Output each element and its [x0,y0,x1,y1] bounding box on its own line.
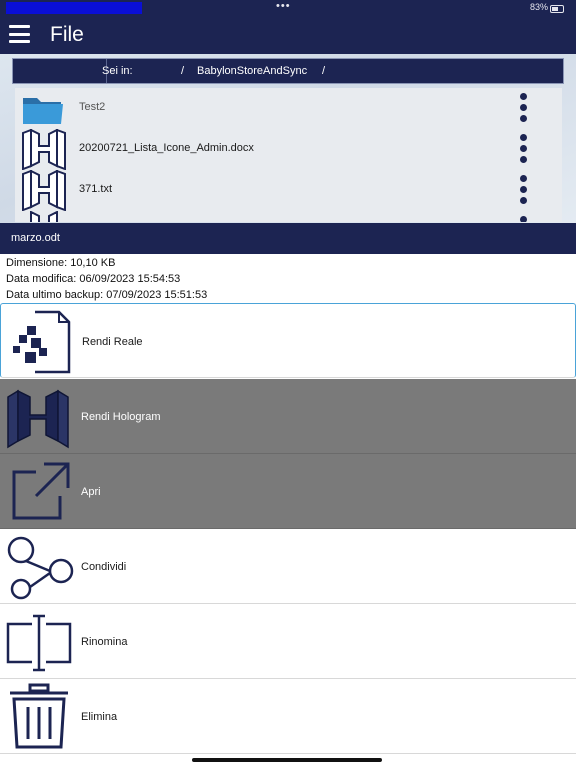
backup-date: Data ultimo backup: 07/09/2023 15:51:53 [6,289,208,301]
hologram-icon [7,389,69,449]
breadcrumb: Sei in: / BabylonStoreAndSync / [12,58,564,84]
delete-button[interactable]: Elimina [0,679,576,754]
rename-icon [6,614,72,672]
file-details: Dimensione: 10,10 KB Data modifica: 06/0… [0,254,576,304]
breadcrumb-folder[interactable]: BabylonStoreAndSync [197,59,307,83]
file-name: Test2 [79,101,106,113]
action-label: Elimina [81,711,118,723]
hamburger-menu-icon[interactable] [9,25,30,43]
action-label: Apri [81,486,101,498]
file-list: Test2 20200721_Lista_Icone_Admin.docx 37… [15,88,562,222]
hologram-file-icon [22,170,66,211]
sheet-header: marzo.odt [0,223,576,254]
action-label: Rinomina [81,636,128,648]
file-name: 371.txt [79,183,113,195]
more-options-icon[interactable] [517,134,529,166]
app-bar: File [0,16,576,54]
page-title: File [50,23,84,46]
file-size: Dimensione: 10,10 KB [6,257,116,269]
list-item[interactable]: 20200721_Lista_Icone_Admin.docx [15,129,562,170]
status-bar-highlight [6,2,142,14]
action-label: Rendi Reale [82,336,143,348]
hologram-file-icon [22,129,66,170]
trash-icon [10,683,68,749]
make-hologram-button[interactable]: Rendi Hologram [0,379,576,454]
rename-button[interactable]: Rinomina [0,604,576,679]
share-button[interactable]: Condividi [0,529,576,604]
status-bar: ••• 83% [0,0,576,16]
open-button[interactable]: Apri [0,454,576,529]
action-label: Condividi [81,561,127,573]
share-icon [7,536,74,600]
selected-file-name: marzo.odt [11,232,60,244]
hologram-file-icon [30,211,58,222]
more-options-icon[interactable] [517,216,529,222]
breadcrumb-separator: / [181,65,185,77]
modified-date: Data modifica: 06/09/2023 15:54:53 [6,273,181,285]
home-indicator[interactable] [192,758,382,762]
open-external-icon [12,462,70,520]
more-options-icon[interactable] [517,93,529,125]
battery-icon [550,5,564,13]
file-name: 20200721_Lista_Icone_Admin.docx [79,142,254,154]
folder-icon [23,98,63,124]
make-real-icon [13,310,71,374]
breadcrumb-label: Sei in: [102,65,133,77]
action-list: Rendi Reale Rendi Hologram Apri Condivid… [0,303,576,768]
make-real-button[interactable]: Rendi Reale [0,303,576,378]
multitasking-dots[interactable]: ••• [276,0,291,12]
breadcrumb-separator: / [322,65,326,77]
more-options-icon[interactable] [517,175,529,207]
action-label: Rendi Hologram [81,411,161,423]
battery-percentage: 83% [529,2,548,12]
list-item[interactable] [15,211,562,222]
list-item[interactable]: 371.txt [15,170,562,211]
list-item[interactable]: Test2 [15,88,562,129]
